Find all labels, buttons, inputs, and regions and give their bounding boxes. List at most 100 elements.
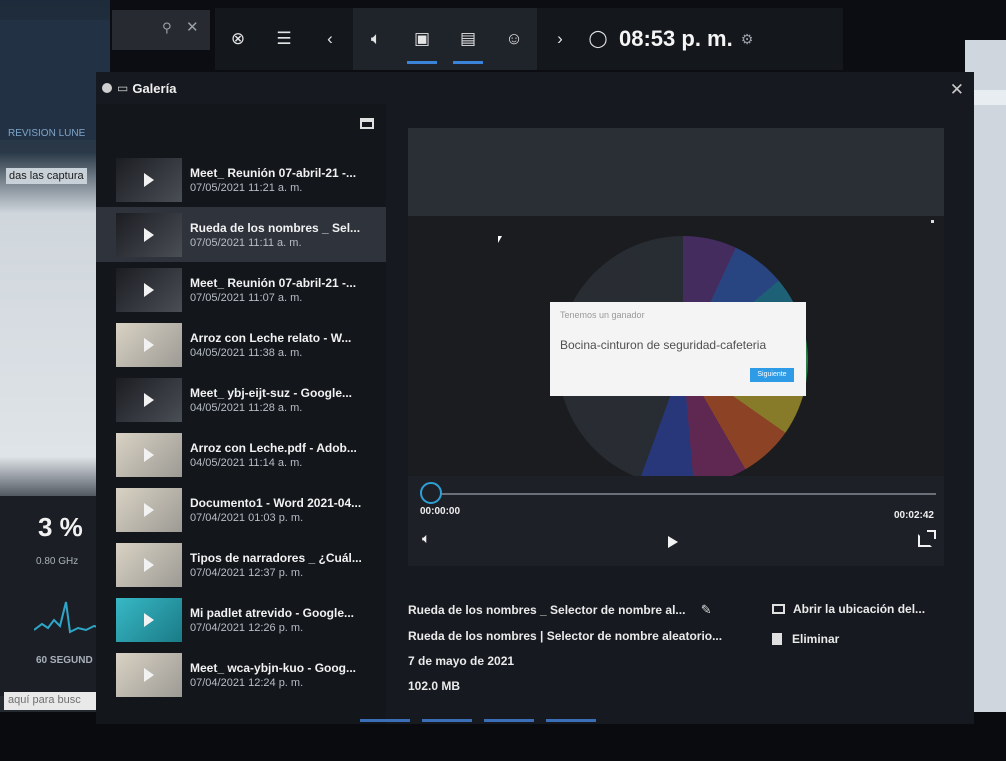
delete-label: Eliminar bbox=[792, 632, 840, 646]
audio-icon[interactable]: 🔈︎ bbox=[353, 8, 399, 70]
item-meta: Meet_ ybj-eijt-suz - Google... 04/05/2021… bbox=[190, 386, 352, 414]
volume-icon[interactable]: 🔈︎ bbox=[422, 530, 430, 547]
play-icon bbox=[144, 557, 154, 572]
play-icon[interactable] bbox=[668, 536, 678, 548]
item-title: Meet_ ybj-eijt-suz - Google... bbox=[190, 385, 353, 400]
item-date: 07/04/2021 12:37 p. m. bbox=[190, 566, 304, 579]
capture-size: 102.0 MB bbox=[408, 679, 461, 693]
play-icon bbox=[144, 612, 154, 627]
item-meta: Tipos de narradores _ ¿Cuál... 07/04/2021… bbox=[190, 551, 362, 579]
play-icon bbox=[144, 227, 154, 242]
video-player: Tenemos un ganador Bocina-cinturon de se… bbox=[408, 128, 944, 566]
list-item[interactable]: Arroz con Leche relato - W... 04/05/2021 … bbox=[96, 317, 386, 372]
seek-track[interactable] bbox=[430, 493, 936, 495]
list-item[interactable]: Tipos de narradores _ ¿Cuál... 07/04/2021… bbox=[96, 537, 386, 592]
play-icon bbox=[144, 282, 154, 297]
capture-thumbnail bbox=[116, 212, 182, 257]
capture-name: Rueda de los nombres _ Selector de nombr… bbox=[408, 603, 686, 617]
gallery-window: ▭ Galería ✕ Meet_ Reunión 07-abril-21 -.… bbox=[96, 72, 974, 724]
item-title: Tipos de narradores _ ¿Cuál... bbox=[190, 550, 362, 565]
game-bar: ⊗ ☰ ‹ 🔈︎ ▣ ▤ ☺ › ◯ 08:53 p. m. ⚙ bbox=[215, 8, 843, 70]
item-title: Meet_ wca-ybjn-kuo - Goog... bbox=[190, 660, 357, 675]
cpu-percent: 3 % bbox=[38, 512, 83, 542]
item-title: Meet_ Reunión 07-abril-21 -... bbox=[190, 275, 357, 290]
item-date: 07/05/2021 11:11 a. m. bbox=[190, 236, 302, 249]
list-item[interactable]: Meet_ wca-ybjn-kuo - Goog... 07/04/2021 1… bbox=[96, 647, 386, 702]
play-icon bbox=[144, 447, 154, 462]
item-meta: Arroz con Leche.pdf - Adob... 04/05/2021 … bbox=[190, 441, 357, 469]
delete-button[interactable]: Eliminar bbox=[772, 632, 962, 646]
xbox-icon[interactable]: ⊗ bbox=[215, 8, 261, 70]
edit-icon[interactable]: ✎ bbox=[701, 602, 712, 618]
item-date: 07/05/2021 11:07 a. m. bbox=[190, 291, 303, 304]
open-location-button[interactable]: Abrir la ubicación del... bbox=[772, 602, 962, 616]
item-title: Arroz con Leche relato - W... bbox=[190, 330, 352, 345]
capture-thumbnail bbox=[116, 432, 182, 477]
folder-icon bbox=[772, 604, 785, 614]
list-item[interactable]: Meet_ Reunión 07-abril-21 -... 07/05/2021… bbox=[96, 262, 386, 317]
item-date: 07/04/2021 12:24 p. m. bbox=[190, 676, 304, 689]
item-meta: Arroz con Leche relato - W... 04/05/2021 … bbox=[190, 331, 351, 359]
item-date: 04/05/2021 11:38 a. m. bbox=[190, 346, 303, 359]
capture-window-title: Rueda de los nombres | Selector de nombr… bbox=[408, 629, 723, 643]
seek-thumb[interactable] bbox=[420, 482, 442, 504]
view-toggle-icon[interactable] bbox=[360, 118, 374, 129]
pin-icon[interactable]: ⚲ bbox=[162, 20, 172, 36]
background-pane bbox=[0, 20, 110, 140]
capture-thumbnail bbox=[116, 322, 182, 367]
item-title: Documento1 - Word 2021-04... bbox=[190, 495, 362, 510]
capture-thumbnail bbox=[116, 597, 182, 642]
capture-thumbnail bbox=[116, 377, 182, 422]
list-item[interactable]: Rueda de los nombres _ Sel... 07/05/2021 … bbox=[96, 207, 386, 262]
game-bar-widgets: 🔈︎ ▣ ▤ ☺ bbox=[353, 8, 537, 70]
item-date: 04/05/2021 11:28 a. m. bbox=[190, 401, 303, 414]
capture-actions: Abrir la ubicación del... Eliminar bbox=[772, 602, 962, 662]
video-frame[interactable]: Tenemos un ganador Bocina-cinturon de se… bbox=[408, 216, 944, 476]
item-meta: Mi padlet atrevido - Google... 07/04/2021… bbox=[190, 606, 354, 634]
dialog-next-button: Siguiente bbox=[750, 368, 794, 382]
list-item[interactable]: Documento1 - Word 2021-04... 07/04/2021 0… bbox=[96, 482, 386, 537]
mouse-icon[interactable]: ◯ bbox=[583, 8, 613, 70]
list-item[interactable]: Meet_ ybj-eijt-suz - Google... 04/05/2021… bbox=[96, 372, 386, 427]
item-date: 07/04/2021 01:03 p. m. bbox=[190, 511, 304, 524]
fullscreen-icon[interactable] bbox=[918, 530, 936, 547]
item-date: 07/05/2021 11:21 a. m. bbox=[190, 181, 303, 194]
dialog-title: Tenemos un ganador bbox=[560, 310, 645, 320]
item-date: 07/04/2021 12:26 p. m. bbox=[190, 621, 304, 634]
trash-icon bbox=[772, 633, 782, 645]
item-title: Arroz con Leche.pdf - Adob... bbox=[190, 440, 357, 455]
duration: 00:02:42 bbox=[893, 510, 934, 521]
dialog-text: Bocina-cinturon de seguridad-cafeteria bbox=[560, 338, 767, 352]
capture-icon[interactable]: ▣ bbox=[399, 8, 445, 70]
settings-icon[interactable]: ⚙ bbox=[741, 31, 754, 48]
background-heading: REVISION LUNE bbox=[8, 128, 86, 139]
play-icon bbox=[144, 392, 154, 407]
list-toolbar bbox=[96, 104, 386, 152]
clock: 08:53 p. m. bbox=[619, 26, 733, 51]
item-date: 04/05/2021 11:14 a. m. bbox=[190, 456, 303, 469]
list-item[interactable]: Mi padlet atrevido - Google... 07/04/2021… bbox=[96, 592, 386, 647]
item-title: Mi padlet atrevido - Google... bbox=[190, 605, 355, 620]
taskbar-indicator bbox=[546, 719, 596, 722]
item-meta: Documento1 - Word 2021-04... 07/04/2021 0… bbox=[190, 496, 361, 524]
close-icon[interactable]: ✕ bbox=[186, 18, 199, 36]
capture-thumbnail bbox=[116, 157, 182, 202]
taskbar-indicator bbox=[360, 719, 410, 722]
item-meta: Rueda de los nombres _ Sel... 07/05/2021 … bbox=[190, 221, 360, 249]
list-item[interactable]: Arroz con Leche.pdf - Adob... 04/05/2021 … bbox=[96, 427, 386, 482]
chevron-left-icon[interactable]: ‹ bbox=[307, 8, 353, 70]
widget-menu-icon[interactable]: ☰ bbox=[261, 8, 307, 70]
gallery-list: Meet_ Reunión 07-abril-21 -... 07/05/2021… bbox=[96, 104, 386, 724]
winner-dialog: Tenemos un ganador Bocina-cinturon de se… bbox=[550, 302, 806, 396]
list-item[interactable]: Meet_ Reunión 07-abril-21 -... 07/05/2021… bbox=[96, 152, 386, 207]
social-icon[interactable]: ☺ bbox=[491, 8, 537, 70]
frame-marker bbox=[931, 220, 934, 223]
widget-header: ⚲ ✕ bbox=[112, 10, 210, 50]
taskbar-search[interactable]: aquí para busc bbox=[4, 692, 110, 710]
play-icon bbox=[144, 502, 154, 517]
capture-thumbnail bbox=[116, 267, 182, 312]
item-meta: Meet_ Reunión 07-abril-21 -... 07/05/2021… bbox=[190, 276, 356, 304]
chevron-right-icon[interactable]: › bbox=[537, 8, 583, 70]
close-icon[interactable]: ✕ bbox=[950, 80, 964, 100]
performance-icon[interactable]: ▤ bbox=[445, 8, 491, 70]
